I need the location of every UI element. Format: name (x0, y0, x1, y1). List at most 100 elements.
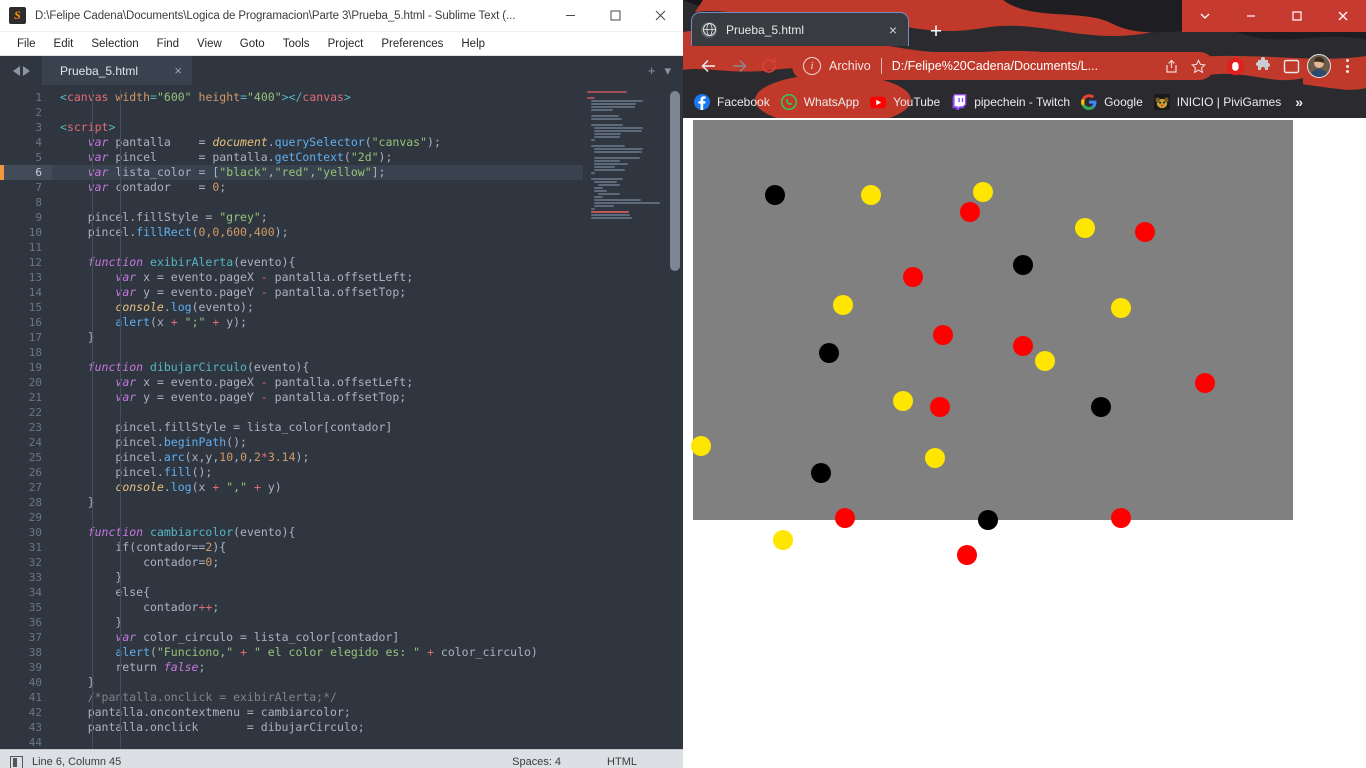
bookmark-pivigames[interactable]: INICIO | PiviGames (1153, 94, 1281, 110)
code-line[interactable]: return false; (52, 660, 583, 675)
menu-file[interactable]: File (8, 36, 45, 52)
puzzle-icon[interactable] (1250, 53, 1276, 79)
code-minimap[interactable] (583, 85, 683, 749)
code-line[interactable]: var y = evento.pageY - pantalla.offsetTo… (52, 285, 583, 300)
bookmark-facebook[interactable]: Facebook (694, 94, 770, 110)
code-line[interactable]: pantalla.oncontextmenu = cambiarcolor; (52, 705, 583, 720)
code-line[interactable]: pantalla.onclick = dibujarCirculo; (52, 720, 583, 735)
minimize-icon[interactable] (548, 0, 593, 31)
close-icon[interactable]: × (889, 22, 897, 38)
code-line[interactable]: var contador = 0; (52, 180, 583, 195)
url-text[interactable]: D:/Felipe%20Cadena/Documents/L... (892, 59, 1158, 73)
code-line[interactable]: } (52, 330, 583, 345)
menu-tools[interactable]: Tools (274, 36, 319, 52)
code-line[interactable]: /*pantalla.onclick = exibirAlerta;*/ (52, 690, 583, 705)
close-icon[interactable] (1320, 0, 1366, 32)
maximize-icon[interactable] (593, 0, 638, 31)
new-tab-icon[interactable]: + (648, 63, 656, 78)
code-line[interactable]: console.log(x + "," + y) (52, 480, 583, 495)
close-icon[interactable] (638, 0, 683, 31)
sidebar-toggle-icon[interactable] (10, 755, 23, 768)
code-line[interactable]: } (52, 615, 583, 630)
indent-setting-label[interactable]: Spaces: 4 (512, 756, 561, 768)
bookmark-twitch[interactable]: pipechein - Twitch (951, 94, 1070, 110)
info-circle-icon[interactable]: i (803, 57, 821, 75)
code-line[interactable]: <canvas width="600" height="400"></canva… (52, 90, 583, 105)
code-line[interactable] (52, 105, 583, 120)
syntax-mode-label[interactable]: HTML (607, 756, 637, 768)
code-line[interactable]: pincel.fill(); (52, 465, 583, 480)
blocker-icon[interactable] (1222, 53, 1248, 79)
code-line[interactable]: alert("Funciono," + " el color elegido e… (52, 645, 583, 660)
code-line[interactable]: var pincel = pantalla.getContext("2d"); (52, 150, 583, 165)
code-line[interactable]: pincel.arc(x,y,10,0,2*3.14); (52, 450, 583, 465)
sidepanel-icon[interactable] (1278, 53, 1304, 79)
menu-selection[interactable]: Selection (82, 36, 147, 52)
code-line[interactable]: var x = evento.pageX - pantalla.offsetLe… (52, 270, 583, 285)
code-line[interactable]: if(contador==2){ (52, 540, 583, 555)
code-line[interactable]: pincel.fillStyle = "grey"; (52, 210, 583, 225)
code-line[interactable]: <script> (52, 120, 583, 135)
code-line[interactable] (52, 735, 583, 749)
code-line[interactable]: function cambiarcolor(evento){ (52, 525, 583, 540)
chevron-down-icon[interactable]: ▾ (664, 63, 671, 79)
close-icon[interactable]: × (174, 63, 182, 78)
browser-tab-prueba5[interactable]: Prueba_5.html × (691, 12, 909, 46)
code-line[interactable] (52, 345, 583, 360)
forward-arrow-icon[interactable] (724, 51, 754, 81)
code-line[interactable]: contador=0; (52, 555, 583, 570)
code-line[interactable]: function dibujarCirculo(evento){ (52, 360, 583, 375)
bookmarks-overflow-icon[interactable]: » (1295, 94, 1303, 110)
cursor-position-label: Line 6, Column 45 (32, 756, 122, 768)
tab-nav-arrows[interactable] (0, 56, 42, 85)
code-line[interactable]: } (52, 675, 583, 690)
star-icon[interactable] (1186, 54, 1210, 78)
code-line[interactable]: } (52, 495, 583, 510)
minimize-icon[interactable] (1228, 0, 1274, 32)
menu-find[interactable]: Find (148, 36, 188, 52)
menu-preferences[interactable]: Preferences (372, 36, 452, 52)
menu-goto[interactable]: Goto (231, 36, 274, 52)
next-tab-icon[interactable] (22, 65, 30, 76)
code-line[interactable] (52, 195, 583, 210)
bookmark-google[interactable]: Google (1081, 94, 1143, 110)
code-line[interactable]: else{ (52, 585, 583, 600)
minimap-scrollbar[interactable] (670, 91, 680, 271)
new-tab-button[interactable]: + (921, 18, 951, 46)
code-line[interactable]: console.log(evento); (52, 300, 583, 315)
menu-view[interactable]: View (188, 36, 231, 52)
back-arrow-icon[interactable] (694, 51, 724, 81)
code-line[interactable]: contador++; (52, 600, 583, 615)
code-line[interactable]: var lista_color = ["black","red","yellow… (52, 165, 583, 180)
editor-tab-prueba5[interactable]: Prueba_5.html × (42, 56, 192, 85)
code-line[interactable] (52, 510, 583, 525)
code-line[interactable] (52, 405, 583, 420)
code-line[interactable]: function exibirAlerta(evento){ (52, 255, 583, 270)
chevron-down-icon[interactable] (1182, 0, 1228, 32)
avatar[interactable] (1306, 53, 1332, 79)
three-dots-icon[interactable] (1334, 53, 1360, 79)
menu-help[interactable]: Help (452, 36, 494, 52)
menu-project[interactable]: Project (319, 36, 373, 52)
share-icon[interactable] (1158, 54, 1182, 78)
code-line[interactable]: } (52, 570, 583, 585)
code-line[interactable]: var x = evento.pageX - pantalla.offsetLe… (52, 375, 583, 390)
address-bar[interactable]: i Archivo D:/Felipe%20Cadena/Documents/L… (792, 52, 1214, 80)
code-editor-area[interactable]: <canvas width="600" height="400"></canva… (52, 85, 583, 749)
code-line[interactable]: pincel.fillStyle = lista_color[contador] (52, 420, 583, 435)
code-line[interactable]: pincel.fillRect(0,0,600,400); (52, 225, 583, 240)
code-line[interactable]: pincel.beginPath(); (52, 435, 583, 450)
maximize-icon[interactable] (1274, 0, 1320, 32)
reload-icon[interactable] (754, 51, 784, 81)
code-line[interactable]: var color_circulo = lista_color[contador… (52, 630, 583, 645)
bookmark-whatsapp[interactable]: WhatsApp (780, 94, 859, 110)
bookmark-label: YouTube (893, 95, 941, 109)
code-line[interactable]: var pantalla = document.querySelector("c… (52, 135, 583, 150)
code-line[interactable]: alert(x + ";" + y); (52, 315, 583, 330)
bookmark-youtube[interactable]: YouTube (870, 94, 940, 110)
code-line[interactable]: var y = evento.pageY - pantalla.offsetTo… (52, 390, 583, 405)
prev-tab-icon[interactable] (12, 65, 20, 76)
code-line[interactable] (52, 240, 583, 255)
drawing-canvas[interactable] (691, 120, 1293, 565)
menu-edit[interactable]: Edit (45, 36, 83, 52)
